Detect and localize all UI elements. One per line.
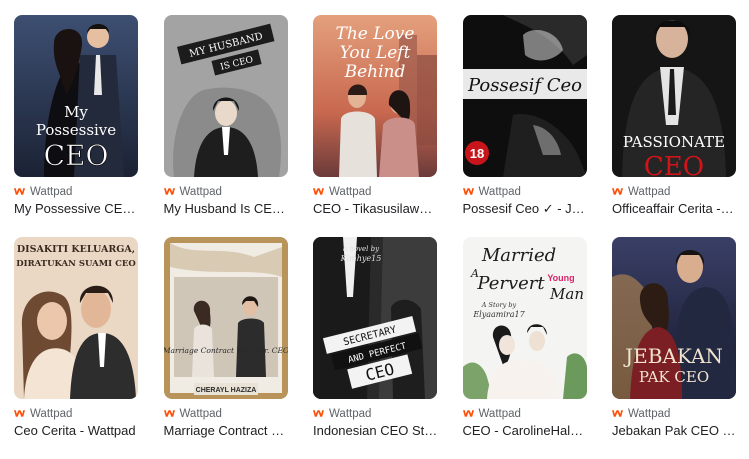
source-label: Wattpad	[628, 407, 671, 420]
result-source[interactable]: Wattpad	[612, 184, 736, 199]
cover-byline: A Story by	[480, 301, 516, 309]
result-card[interactable]: Possesif Ceo 18 Wattpad Possesif Ceo ✓ -…	[462, 15, 587, 237]
book-cover-image[interactable]: The Love You Left Behind	[313, 15, 437, 177]
source-label: Wattpad	[30, 407, 73, 420]
cover-author: Elyaamira17	[472, 310, 525, 319]
result-title[interactable]: Indonesian CEO St…	[313, 423, 437, 439]
result-card[interactable]: DISAKITI KELUARGA, DIRATUKAN SUAMI CEO W…	[14, 237, 138, 459]
result-card[interactable]: Marriage Contract With Mr. CEO CHERAYL H…	[163, 237, 288, 459]
wattpad-logo-icon	[163, 410, 175, 417]
result-card[interactable]: Married A Pervert Young Man A Story by E…	[462, 237, 587, 459]
result-source[interactable]: Wattpad	[313, 406, 437, 421]
cover-title-line: Pervert	[476, 273, 545, 294]
result-title[interactable]: Officeaffair Cerita -…	[612, 201, 736, 217]
book-cover-art: JEBAKAN PAK CEO	[612, 237, 736, 399]
result-source[interactable]: Wattpad	[612, 406, 736, 421]
source-label: Wattpad	[478, 407, 521, 420]
wattpad-logo-icon	[612, 410, 623, 417]
source-label: Wattpad	[478, 185, 521, 198]
result-card[interactable]: MY HUSBAND IS CEO Wattpad My Husband Is …	[163, 15, 288, 237]
book-cover-art: MY HUSBAND IS CEO	[163, 15, 288, 177]
wattpad-logo-icon	[462, 410, 474, 417]
result-card[interactable]: JEBAKAN PAK CEO Wattpad Jebakan Pak CEO …	[612, 237, 736, 459]
source-label: Wattpad	[179, 185, 222, 198]
wattpad-logo-icon	[14, 188, 25, 195]
book-cover-image[interactable]: PASSIONATE CEO	[612, 15, 736, 177]
source-label: Wattpad	[329, 185, 372, 198]
result-source[interactable]: Wattpad	[163, 406, 288, 421]
source-label: Wattpad	[179, 407, 222, 420]
result-source[interactable]: Wattpad	[14, 406, 138, 421]
cover-author: Kimhye15	[340, 254, 382, 263]
cover-title-line: PAK CEO	[639, 368, 709, 386]
wattpad-logo-icon	[14, 410, 25, 417]
cover-age-rating: 18	[469, 146, 483, 161]
book-cover-image[interactable]: DISAKITI KELUARGA, DIRATUKAN SUAMI CEO	[14, 237, 138, 399]
results-grid: My Possessive CEO Wattpad My Possessive …	[14, 15, 736, 459]
source-label: Wattpad	[30, 185, 73, 198]
cover-title-line: CEO	[44, 139, 109, 172]
wattpad-logo-icon	[612, 188, 623, 195]
book-cover-image[interactable]: My Possessive CEO	[14, 15, 138, 177]
result-source[interactable]: Wattpad	[462, 406, 587, 421]
book-cover-art: Marriage Contract With Mr. CEO CHERAYL H…	[163, 237, 288, 399]
result-title[interactable]: Ceo Cerita - Wattpad	[14, 423, 138, 439]
book-cover-image[interactable]: Marriage Contract With Mr. CEO CHERAYL H…	[163, 237, 288, 399]
result-source[interactable]: Wattpad	[14, 184, 138, 199]
book-cover-art: The Love You Left Behind	[313, 15, 437, 177]
result-source[interactable]: Wattpad	[313, 184, 437, 199]
wattpad-logo-icon	[313, 410, 324, 417]
cover-title-line: Possessive	[36, 121, 116, 139]
wattpad-logo-icon	[462, 188, 474, 195]
result-card[interactable]: a novel by Kimhye15 SECRETARY AND PERFEC…	[313, 237, 437, 459]
cover-title-line: Possesif Ceo	[467, 75, 582, 96]
cover-title-line: Marriage Contract With Mr. CEO	[164, 346, 288, 355]
book-cover-art: Possesif Ceo 18	[462, 15, 587, 177]
book-cover-art: Married A Pervert Young Man A Story by E…	[462, 237, 587, 399]
cover-title-line: My	[64, 103, 88, 121]
result-card[interactable]: The Love You Left Behind Wattpad CEO - T…	[313, 15, 437, 237]
source-label: Wattpad	[329, 407, 372, 420]
source-label: Wattpad	[628, 185, 671, 198]
book-cover-image[interactable]: a novel by Kimhye15 SECRETARY AND PERFEC…	[313, 237, 437, 399]
cover-title-line: PASSIONATE	[623, 133, 725, 151]
book-cover-art: PASSIONATE CEO	[612, 15, 736, 177]
cover-title-line: JEBAKAN	[623, 344, 723, 368]
book-cover-art: DISAKITI KELUARGA, DIRATUKAN SUAMI CEO	[14, 237, 138, 399]
result-title[interactable]: CEO - Tikasusilaw…	[313, 201, 437, 217]
cover-title-line: Married	[480, 245, 555, 266]
book-cover-art: My Possessive CEO	[14, 15, 138, 177]
cover-title-line: Man	[549, 285, 584, 303]
cover-title-line: You Left	[340, 43, 411, 63]
wattpad-logo-icon	[313, 188, 324, 195]
book-cover-image[interactable]: Possesif Ceo 18	[462, 15, 587, 177]
result-title[interactable]: Marriage Contract …	[164, 423, 288, 439]
cover-title-line: DISAKITI KELUARGA,	[17, 244, 135, 255]
book-cover-image[interactable]: MY HUSBAND IS CEO	[163, 15, 288, 177]
result-source[interactable]: Wattpad	[163, 184, 288, 199]
book-cover-image[interactable]: Married A Pervert Young Man A Story by E…	[462, 237, 587, 399]
cover-title-line: Young	[547, 273, 574, 283]
cover-title-line: The Love	[336, 24, 415, 44]
result-title[interactable]: My Husband Is CE…	[164, 201, 288, 217]
result-card[interactable]: PASSIONATE CEO Wattpad Officeaffair Ceri…	[612, 15, 736, 237]
result-card[interactable]: My Possessive CEO Wattpad My Possessive …	[14, 15, 138, 237]
book-cover-art: a novel by Kimhye15 SECRETARY AND PERFEC…	[313, 237, 437, 399]
result-title[interactable]: CEO - CarolineHal…	[463, 423, 587, 439]
result-source[interactable]: Wattpad	[462, 184, 587, 199]
result-title[interactable]: Jebakan Pak CEO …	[612, 423, 736, 439]
result-title[interactable]: Possesif Ceo ✓ - J…	[463, 201, 587, 217]
result-title[interactable]: My Possessive CE…	[14, 201, 138, 217]
book-cover-image[interactable]: JEBAKAN PAK CEO	[612, 237, 736, 399]
cover-title-line: CEO	[644, 152, 704, 177]
cover-byline: a novel by	[343, 245, 380, 253]
wattpad-logo-icon	[163, 188, 175, 195]
cover-title-line: DIRATUKAN SUAMI CEO	[16, 259, 136, 269]
cover-title-line: Behind	[344, 62, 406, 82]
cover-author: CHERAYL HAZIZA	[195, 387, 256, 394]
